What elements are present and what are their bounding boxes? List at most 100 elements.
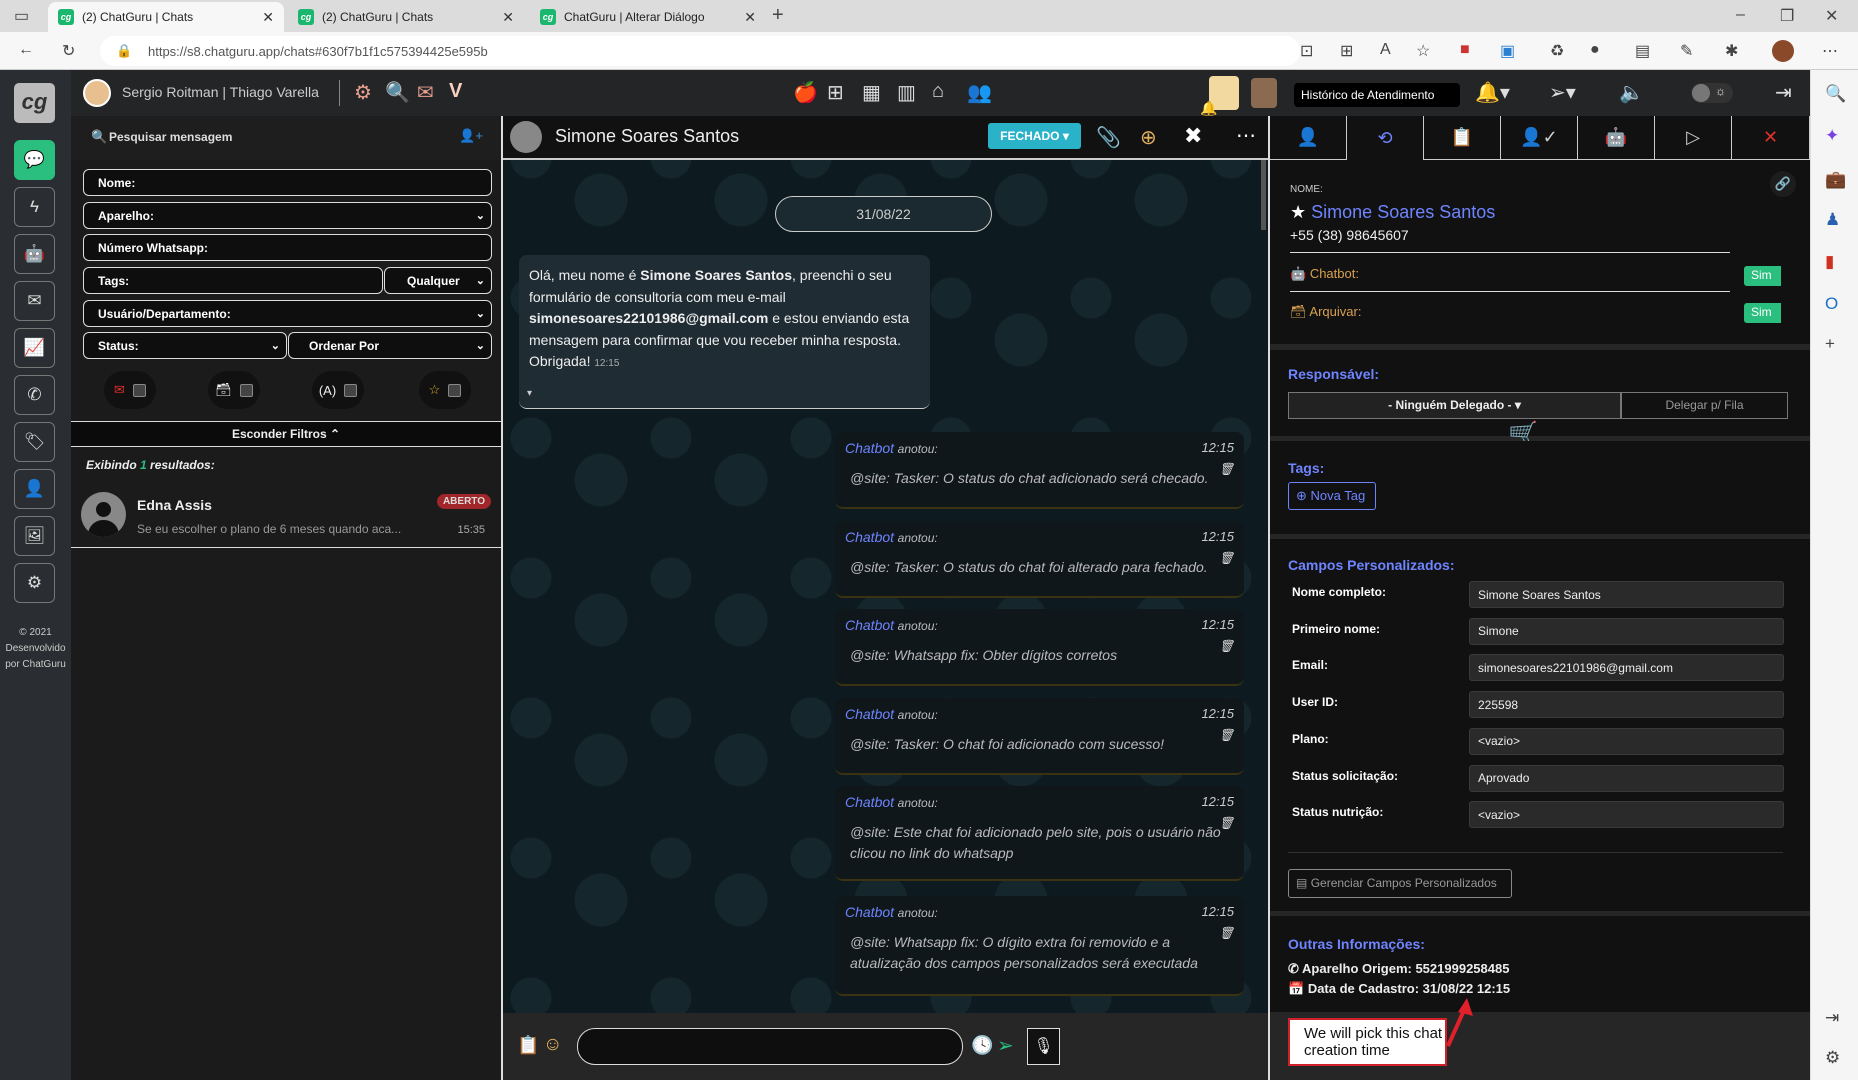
responsible-dropdown[interactable]: - Ninguém Delegado - ▾ (1288, 392, 1621, 419)
tags-match-select[interactable]: Qualquer ⌄ (384, 267, 492, 294)
bar-chart-icon[interactable]: ▥ (897, 80, 916, 105)
browser-tab[interactable]: cg ChatGuru | Alterar Diálogo ✕ (530, 2, 766, 32)
message-menu-caret-icon[interactable]: ▾ (527, 383, 532, 405)
search-icon[interactable]: 🔍 (385, 80, 410, 105)
extension-icon[interactable]: ■ (1460, 41, 1470, 59)
nav-quick-button[interactable]: ϟ (14, 187, 55, 227)
checkbox[interactable] (448, 383, 462, 397)
minimize-icon[interactable]: – (1736, 6, 1745, 24)
checkbox[interactable] (239, 383, 253, 397)
extension-icon[interactable]: ♻ (1550, 41, 1564, 61)
calendar-icon[interactable]: ▦ (862, 80, 881, 105)
extension-icon[interactable]: ⊞ (1340, 41, 1353, 61)
send-icon[interactable]: ➢▾ (1549, 80, 1576, 105)
search-icon[interactable]: 🔍 (1825, 84, 1846, 104)
speaker-icon[interactable]: 🔈 (1619, 80, 1644, 105)
add-note-icon[interactable]: ⊕ (1140, 125, 1157, 150)
close-window-icon[interactable]: ✕ (1825, 6, 1838, 26)
profile-avatar[interactable] (1772, 40, 1794, 62)
logout-icon[interactable]: ⇥ (1775, 80, 1792, 105)
favorite-filter[interactable]: ☆ (419, 371, 471, 409)
mail-icon[interactable]: ✉ (417, 80, 434, 105)
outlook-icon[interactable]: O (1825, 294, 1838, 314)
link-icon[interactable]: 🔗 (1770, 171, 1796, 197)
annotation-author[interactable]: Chatbot (845, 904, 894, 920)
microphone-button[interactable]: 🎙 (1027, 1028, 1060, 1065)
custom-field-input[interactable]: 225598 (1469, 691, 1784, 719)
read-aloud-icon[interactable]: A (1380, 41, 1391, 59)
custom-field-input[interactable]: Simone Soares Santos (1469, 581, 1784, 608)
nav-calls-button[interactable]: ✆ (14, 375, 55, 415)
office-icon[interactable]: ▮ (1825, 252, 1834, 272)
tags-filter-input[interactable]: Tags: (83, 267, 383, 294)
close-chat-icon[interactable]: ✖ (1184, 123, 1202, 149)
nav-settings-button[interactable]: ⚙ (14, 563, 55, 603)
apple-icon[interactable]: 🍎 (793, 80, 818, 105)
favorite-icon[interactable]: ☆ (1416, 41, 1430, 61)
tab-contact[interactable]: 👤 (1270, 116, 1347, 160)
settings-icon[interactable]: ⚙ (1825, 1048, 1840, 1068)
tab-history[interactable]: ⟲ (1347, 116, 1424, 160)
order-by-select[interactable]: Ordenar Por ⌄ (288, 332, 492, 359)
tab-bot[interactable]: 🤖 (1578, 116, 1655, 160)
broadcast-filter[interactable]: (A) (312, 371, 364, 409)
emoji-icon[interactable]: ☺ (543, 1034, 562, 1056)
nav-reports-button[interactable]: 📈 (14, 328, 55, 368)
checkbox[interactable] (132, 383, 146, 397)
whatsapp-number-input[interactable]: Número Whatsapp: (83, 234, 492, 261)
close-tab-icon[interactable]: ✕ (744, 9, 756, 26)
agent-avatar[interactable] (1251, 78, 1277, 108)
new-tab-icon[interactable]: + (772, 4, 784, 27)
device-filter-select[interactable]: Aparelho: ⌄ (83, 202, 492, 229)
trash-icon[interactable]: 🗑 (1219, 926, 1234, 940)
custom-field-input[interactable]: Simone (1469, 617, 1784, 645)
chatbot-toggle[interactable]: Sim (1744, 266, 1786, 286)
extension-icon[interactable]: ⊡ (1300, 41, 1313, 61)
star-icon[interactable]: ★ (1290, 202, 1306, 222)
nav-chats-button[interactable]: 💬 (14, 140, 55, 180)
chat-list-item[interactable]: Edna Assis Se eu escolher o plano de 6 m… (71, 482, 501, 548)
tab-assign[interactable]: 👤✓ (1501, 116, 1578, 160)
users-icon[interactable]: 👥 (967, 80, 992, 105)
reload-icon[interactable]: ↻ (62, 41, 75, 61)
checkbox[interactable] (344, 383, 358, 397)
unread-filter[interactable]: ✉ (104, 371, 156, 409)
maximize-icon[interactable]: ❐ (1780, 6, 1794, 26)
extension-icon[interactable]: ✎ (1680, 41, 1693, 61)
send-icon[interactable]: ➢ (997, 1033, 1014, 1058)
custom-field-input[interactable]: Aprovado (1469, 764, 1784, 792)
nav-tags-button[interactable]: 🏷 (14, 422, 55, 462)
monitor-add-icon[interactable]: ⊞ (827, 80, 844, 105)
search-message-input[interactable]: Pesquisar mensagem (109, 130, 232, 144)
games-icon[interactable]: ♟ (1825, 210, 1840, 230)
hide-filters-button[interactable]: Esconder Filtros ⌃ (71, 421, 501, 447)
add-icon[interactable]: + (1825, 334, 1835, 354)
name-filter-input[interactable]: Nome: (83, 169, 492, 196)
scrollbar[interactable] (1261, 160, 1266, 230)
user-department-select[interactable]: Usuário/Departamento: ⌄ (83, 300, 492, 327)
notes-icon[interactable]: 📋 (517, 1035, 539, 1056)
copilot-icon[interactable]: ✦ (1825, 126, 1839, 146)
chat-status-dropdown[interactable]: FECHADO ▾ (988, 123, 1081, 149)
annotation-author[interactable]: Chatbot (845, 529, 894, 545)
nav-media-button[interactable]: 🖼 (14, 516, 55, 556)
trash-icon[interactable]: 🗑 (1219, 639, 1234, 653)
more-options-icon[interactable]: ⋯ (1236, 123, 1256, 148)
url-input[interactable]: 🔒 https://s8.chatguru.app/chats#630f7b1f1… (100, 36, 1300, 66)
annotation-author[interactable]: Chatbot (845, 617, 894, 633)
add-contact-icon[interactable]: 👤+ (459, 128, 483, 144)
user-avatar[interactable] (83, 79, 111, 107)
trash-icon[interactable]: 🗑 (1219, 816, 1234, 830)
message-input[interactable] (577, 1028, 963, 1065)
nav-contacts-button[interactable]: 👤 (14, 469, 55, 509)
status-select[interactable]: Status: ⌄ (83, 332, 287, 359)
archive-toggle[interactable]: Sim (1744, 303, 1786, 323)
schedule-icon[interactable]: 🕓 (971, 1035, 993, 1056)
close-tab-icon[interactable]: ✕ (262, 9, 274, 26)
v-logo-icon[interactable]: V (449, 80, 462, 103)
nav-mail-button[interactable]: ✉ (14, 281, 55, 321)
manage-custom-fields-button[interactable]: ▤ Gerenciar Campos Personalizados (1288, 869, 1512, 898)
trash-icon[interactable]: 🗑 (1219, 728, 1234, 742)
browser-tab[interactable]: cg (2) ChatGuru | Chats ✕ (288, 2, 524, 32)
delegate-queue-button[interactable]: Delegar p/ Fila (1621, 392, 1788, 419)
